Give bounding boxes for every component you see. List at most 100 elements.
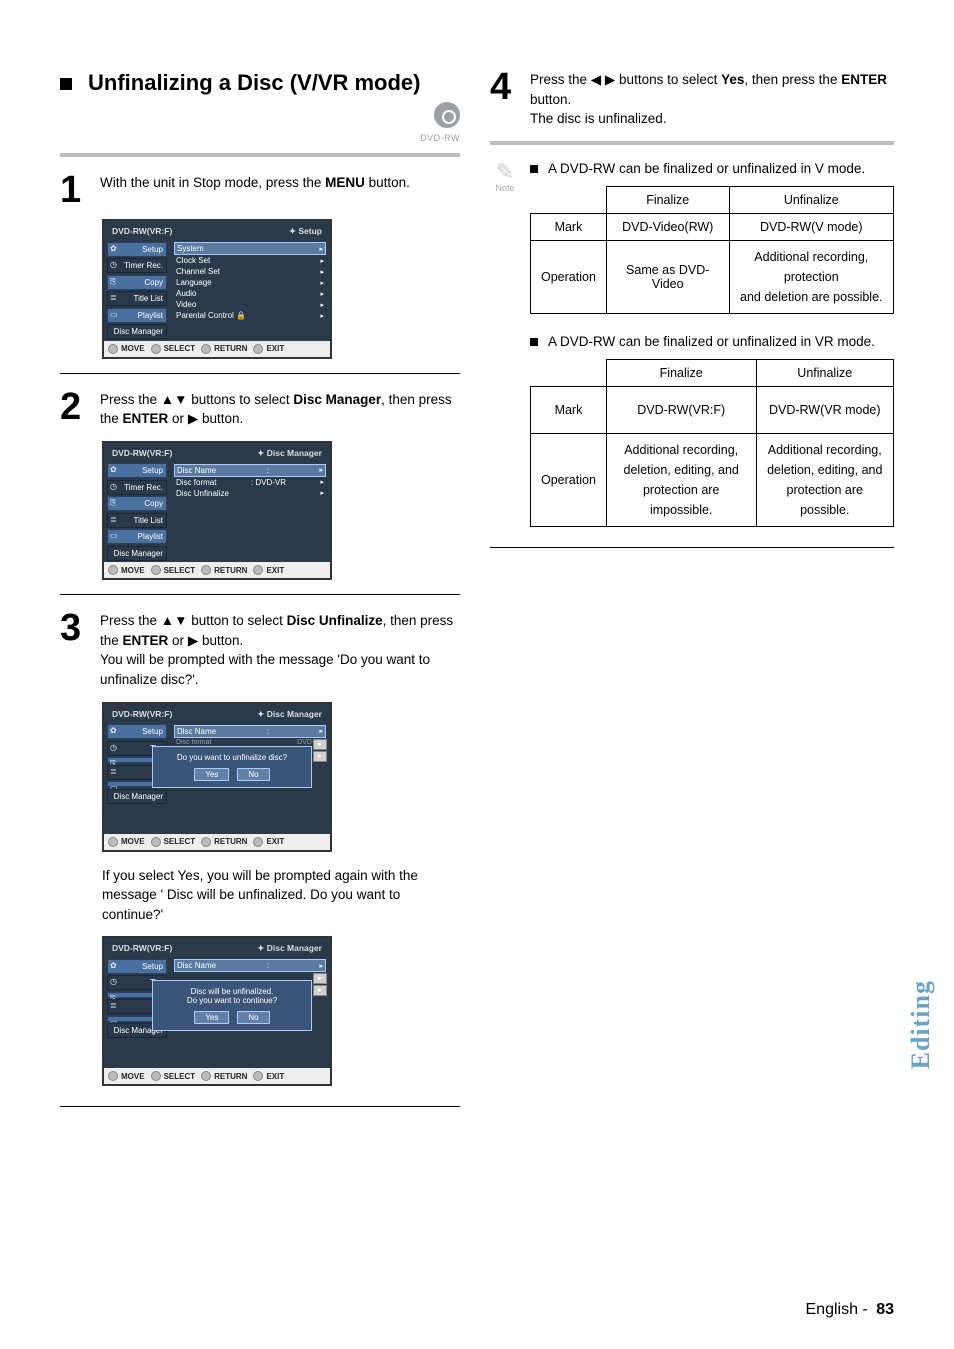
list-icon: ≣ — [110, 515, 117, 524]
chevron-right-icon: ▸ — [320, 301, 324, 309]
side-tab-editing: Editing — [906, 980, 936, 1069]
sidebar-item-disc-manager[interactable]: Disc Manager — [107, 546, 167, 561]
menu-label: Disc Name — [177, 466, 216, 475]
divider — [60, 373, 460, 374]
footer-label: RETURN — [214, 344, 247, 353]
table-header: Unfinalize — [729, 186, 893, 213]
table-row-header: Mark — [531, 386, 607, 433]
menu-item-parental-control[interactable]: Parental Control 🔒▸ — [174, 310, 326, 321]
menu-item-disc-unfinalize[interactable]: Disc Unfinalize▸ — [174, 488, 326, 499]
text: protection are impossible. — [643, 483, 719, 517]
dialog-no-button[interactable]: No — [237, 1011, 269, 1024]
divider — [60, 153, 460, 157]
text: You will be prompted with the message 'D… — [100, 652, 430, 687]
bullet-icon — [530, 165, 538, 173]
scroll-up-icon[interactable]: ▸ — [313, 739, 327, 750]
menu-item-system[interactable]: System▸ — [174, 242, 326, 255]
exit-key-icon — [253, 344, 263, 354]
return-key-icon — [201, 565, 211, 575]
move-key-icon — [108, 1071, 118, 1081]
scroll-down-icon[interactable]: ▸ — [313, 985, 327, 996]
keyword: Disc Unfinalize — [287, 613, 383, 628]
page-footer: English - 83 — [806, 1301, 895, 1319]
clock-icon: ◷ — [110, 977, 117, 986]
step-3-text: Press the ▲▼ button to select Disc Unfin… — [100, 611, 460, 689]
section-title: Unfinalizing a Disc (V/VR mode) — [88, 70, 420, 96]
sidebar-item-label: Setup — [142, 962, 163, 971]
dialog-yes-button[interactable]: Yes — [194, 1011, 229, 1024]
sidebar-item-copy[interactable]: ⎘ Copy — [107, 275, 167, 290]
sidebar-item-title-list[interactable]: ≣Title List — [107, 291, 167, 306]
menu-item-disc-name[interactable]: Disc Name:▸ — [174, 725, 326, 738]
scroll-up-icon[interactable]: ▸ — [313, 973, 327, 984]
scroll-buttons[interactable]: ▸ ▸ — [313, 739, 327, 762]
menu-item-audio[interactable]: Audio▸ — [174, 288, 326, 299]
chevron-right-icon: ▸ — [320, 478, 324, 486]
osd-disc-manager-menu: DVD-RW(VR:F) ✦ Disc Manager ✿Setup ◷Time… — [102, 441, 332, 581]
sidebar-item-title-list[interactable]: ≣Title List — [107, 513, 167, 528]
table-header: Unfinalize — [756, 359, 894, 386]
text: Additional recording, protection — [754, 250, 868, 284]
menu-item-disc-format[interactable]: Disc format: DVD-VR▸ — [174, 477, 326, 488]
sidebar-item-label: Copy — [144, 278, 163, 287]
clock-icon: ◷ — [110, 482, 117, 491]
table-cell: Same as DVD-Video — [606, 240, 729, 313]
osd-continue-dialog: DVD-RW(VR:F) ✦ Disc Manager ✿Setup ◷Tim … — [102, 936, 332, 1086]
gear-icon: ✿ — [110, 244, 117, 253]
chevron-right-icon: ▸ — [320, 257, 324, 265]
sidebar-item-playlist[interactable]: ▭ Playlist — [107, 529, 167, 544]
sidebar-item-playlist[interactable]: ▭Playlist — [107, 308, 167, 323]
sidebar-item-timer-rec[interactable]: ◷Timer Rec. — [107, 480, 167, 495]
menu-item-disc-name[interactable]: Disc Name:▸ — [174, 959, 326, 972]
step-number-4: 4 — [490, 70, 516, 129]
sidebar-item-label: Timer Rec. — [124, 261, 163, 270]
sidebar-item-disc-manager[interactable]: Disc Manager — [107, 324, 167, 339]
sidebar-item-setup[interactable]: ✿Setup — [107, 959, 167, 974]
sidebar-item-setup[interactable]: ✿Setup — [107, 463, 167, 478]
right-arrow-icon: ▶ — [188, 633, 198, 648]
menu-label: Language — [176, 278, 212, 287]
sidebar-item-label: Copy — [144, 499, 163, 508]
copy-icon: ⎘ — [110, 277, 116, 287]
sidebar-item-copy[interactable]: ⎘Copy — [107, 496, 167, 511]
select-key-icon — [151, 565, 161, 575]
menu-keyword: MENU — [325, 175, 365, 190]
menu-item-disc-name[interactable]: Disc Name:▸ — [174, 464, 326, 477]
osd-mode-label: DVD-RW(VR:F) — [112, 709, 172, 720]
text: Disc Manager — [267, 943, 322, 953]
sidebar-item-timer-rec[interactable]: ◷ Timer Rec. — [107, 258, 167, 273]
osd-mode-label: DVD-RW(VR:F) — [112, 448, 172, 459]
dialog-no-button[interactable]: No — [237, 768, 269, 781]
text: buttons to select — [615, 72, 721, 87]
sidebar-item-setup[interactable]: ✿Setup — [107, 242, 167, 257]
clock-icon: ◷ — [110, 260, 117, 269]
footer-separator: - — [858, 1301, 872, 1318]
playlist-icon: ▭ — [110, 531, 118, 540]
text: button. — [365, 175, 410, 190]
text: or — [168, 633, 188, 648]
osd-setup-menu: DVD-RW(VR:F) ✦ Setup ✿Setup ◷Timer Rec. … — [102, 219, 332, 359]
v-mode-table: Finalize Unfinalize Mark DVD-Video(RW) D… — [530, 186, 894, 314]
divider — [490, 547, 894, 548]
menu-item-video[interactable]: Video▸ — [174, 299, 326, 310]
sidebar-item-label: Disc Manager — [114, 549, 163, 558]
scroll-down-icon[interactable]: ▸ — [313, 751, 327, 762]
sidebar-item-label: Playlist — [138, 532, 163, 541]
text: button to select — [188, 613, 287, 628]
text: button. — [198, 411, 243, 426]
menu-item-clock-set[interactable]: Clock Set▸ — [174, 255, 326, 266]
menu-item-language[interactable]: Language▸ — [174, 277, 326, 288]
sidebar-item-disc-manager[interactable]: Disc Manager — [107, 789, 167, 804]
footer-label: RETURN — [214, 837, 247, 846]
right-arrow-icon: ▶ — [188, 411, 198, 426]
move-key-icon — [108, 344, 118, 354]
sidebar-item-label: Playlist — [138, 311, 163, 320]
dialog-yes-button[interactable]: Yes — [194, 768, 229, 781]
scroll-buttons[interactable]: ▸ ▸ — [313, 973, 327, 996]
text: Press the — [100, 613, 161, 628]
table-row-header: Mark — [531, 213, 607, 240]
menu-item-channel-set[interactable]: Channel Set▸ — [174, 266, 326, 277]
sidebar-item-setup[interactable]: ✿Setup — [107, 724, 167, 739]
menu-label: Disc Name — [177, 961, 216, 970]
divider — [60, 594, 460, 595]
